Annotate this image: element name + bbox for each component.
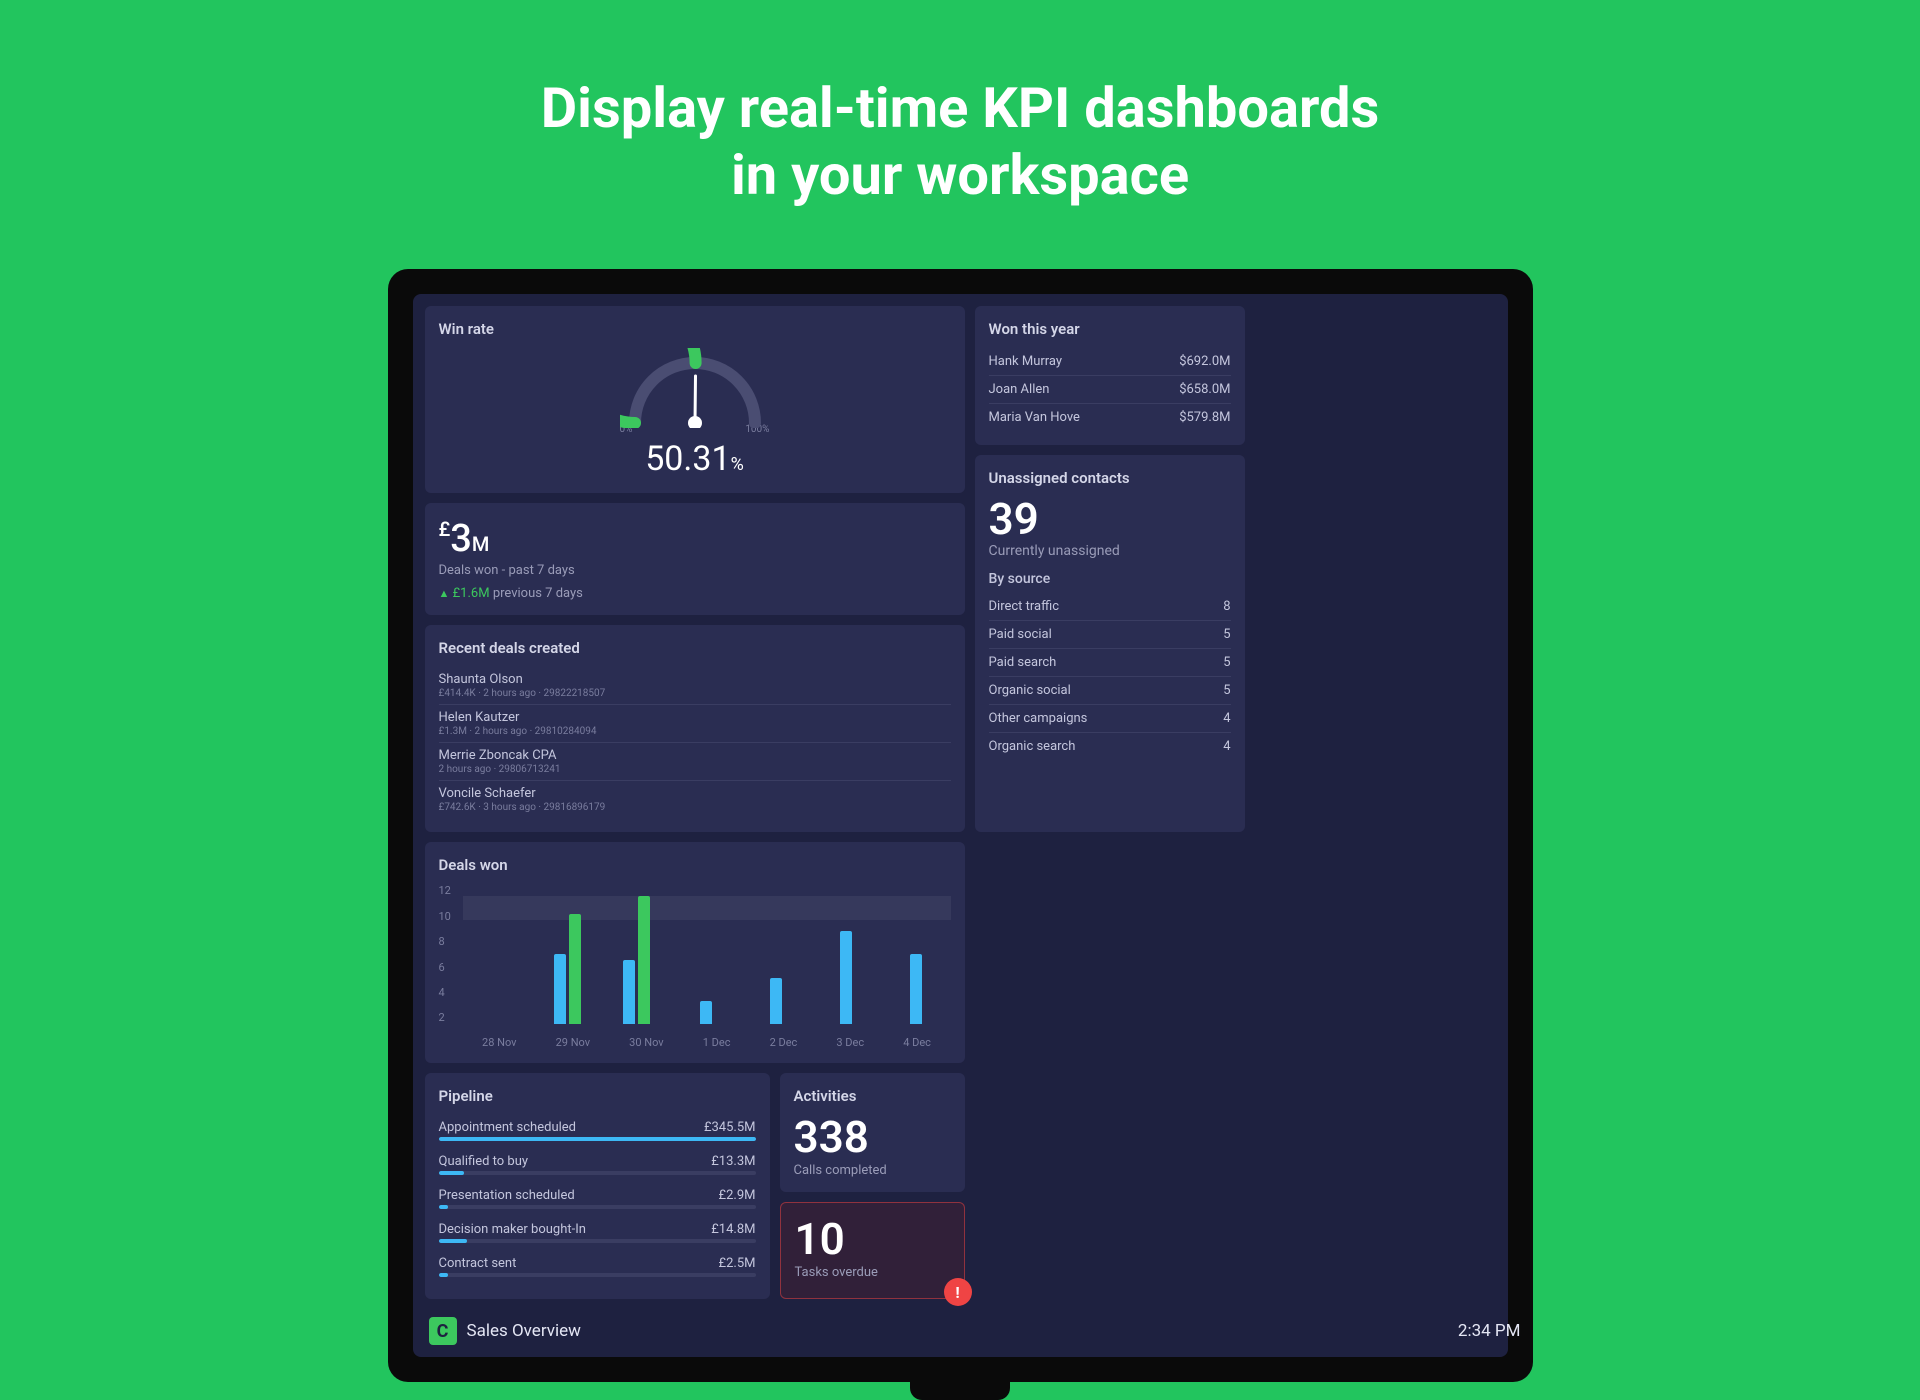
unassigned-card: Unassigned contacts 39 Currently unassig… <box>975 455 1245 832</box>
activities-title: Activities <box>794 1087 951 1105</box>
leaderboard-row: Maria Van Hove$579.8M <box>989 404 1231 431</box>
win-rate-title: Win rate <box>439 320 951 338</box>
tasks-value: 10 <box>795 1217 950 1261</box>
dashboard-screen: Deals won 12108642 28 Nov29 Nov30 Nov1 D… <box>413 294 1508 1357</box>
recent-deals-title: Recent deals created <box>439 639 951 657</box>
deal-item: Merrie Zboncak CPA2 hours ago · 29806713… <box>439 743 951 781</box>
deals-won-title: Deals won <box>439 856 951 874</box>
pipeline-row: Qualified to buy£13.3M <box>439 1149 756 1171</box>
by-source-title: By source <box>989 571 1231 587</box>
deal-item: Shaunta Olson£414.4K · 2 hours ago · 298… <box>439 667 951 705</box>
dashboard-title: Sales Overview <box>467 1321 581 1341</box>
pipeline-row: Contract sent£2.5M <box>439 1251 756 1273</box>
deals-won-chart: 12108642 28 Nov29 Nov30 Nov1 Dec2 Dec3 D… <box>439 884 951 1049</box>
source-row: Other campaigns4 <box>989 705 1231 733</box>
activities-card: Activities 338 Calls completed <box>780 1073 965 1192</box>
leaderboard-row: Hank Murray$692.0M <box>989 348 1231 376</box>
activities-value: 338 <box>794 1115 951 1159</box>
hero-title: Display real-time KPI dashboardsin your … <box>541 75 1379 209</box>
unassigned-title: Unassigned contacts <box>989 469 1231 487</box>
recent-deals-card: Recent deals created Shaunta Olson£414.4… <box>425 625 965 832</box>
activities-label: Calls completed <box>794 1163 951 1178</box>
deals-summary-value: £3M <box>439 517 951 561</box>
deals-summary-card: £3M Deals won - past 7 days ▲ £1.6M prev… <box>425 503 965 615</box>
footer-bar: C Sales Overview 2:34 PM <box>425 1309 1525 1345</box>
pipeline-row: Appointment scheduled£345.5M <box>439 1115 756 1137</box>
leaderboard-row: Joan Allen$658.0M <box>989 376 1231 404</box>
deal-item: Voncile Schaefer£742.6K · 3 hours ago · … <box>439 781 951 818</box>
win-rate-value: 50.31% <box>645 439 744 479</box>
pipeline-title: Pipeline <box>439 1087 756 1105</box>
source-row: Organic search4 <box>989 733 1231 760</box>
deals-summary-label: Deals won - past 7 days <box>439 563 951 578</box>
win-rate-gauge <box>620 348 770 428</box>
won-year-title: Won this year <box>989 320 1231 338</box>
alert-icon: ! <box>944 1278 972 1306</box>
source-row: Organic social5 <box>989 677 1231 705</box>
logo-icon: C <box>429 1317 457 1345</box>
unassigned-value: 39 <box>989 497 1231 541</box>
deals-summary-change: ▲ £1.6M previous 7 days <box>439 586 951 601</box>
monitor-frame: Deals won 12108642 28 Nov29 Nov30 Nov1 D… <box>388 269 1533 1382</box>
tasks-overdue-card: 10 Tasks overdue ! <box>780 1202 965 1299</box>
deal-item: Helen Kautzer£1.3M · 2 hours ago · 29810… <box>439 705 951 743</box>
pipeline-row: Presentation scheduled£2.9M <box>439 1183 756 1205</box>
deals-won-card: Deals won 12108642 28 Nov29 Nov30 Nov1 D… <box>425 842 965 1063</box>
source-row: Paid search5 <box>989 649 1231 677</box>
unassigned-label: Currently unassigned <box>989 543 1231 559</box>
win-rate-card: Win rate 0% 100% 50.31% <box>425 306 965 493</box>
pipeline-card: Pipeline Appointment scheduled£345.5M Qua… <box>425 1073 770 1299</box>
source-row: Direct traffic8 <box>989 593 1231 621</box>
won-year-card: Won this year Hank Murray$692.0MJoan All… <box>975 306 1245 445</box>
clock: 2:34 PM <box>1458 1321 1521 1341</box>
source-row: Paid social5 <box>989 621 1231 649</box>
pipeline-row: Decision maker bought-In£14.8M <box>439 1217 756 1239</box>
tasks-label: Tasks overdue <box>795 1265 950 1280</box>
